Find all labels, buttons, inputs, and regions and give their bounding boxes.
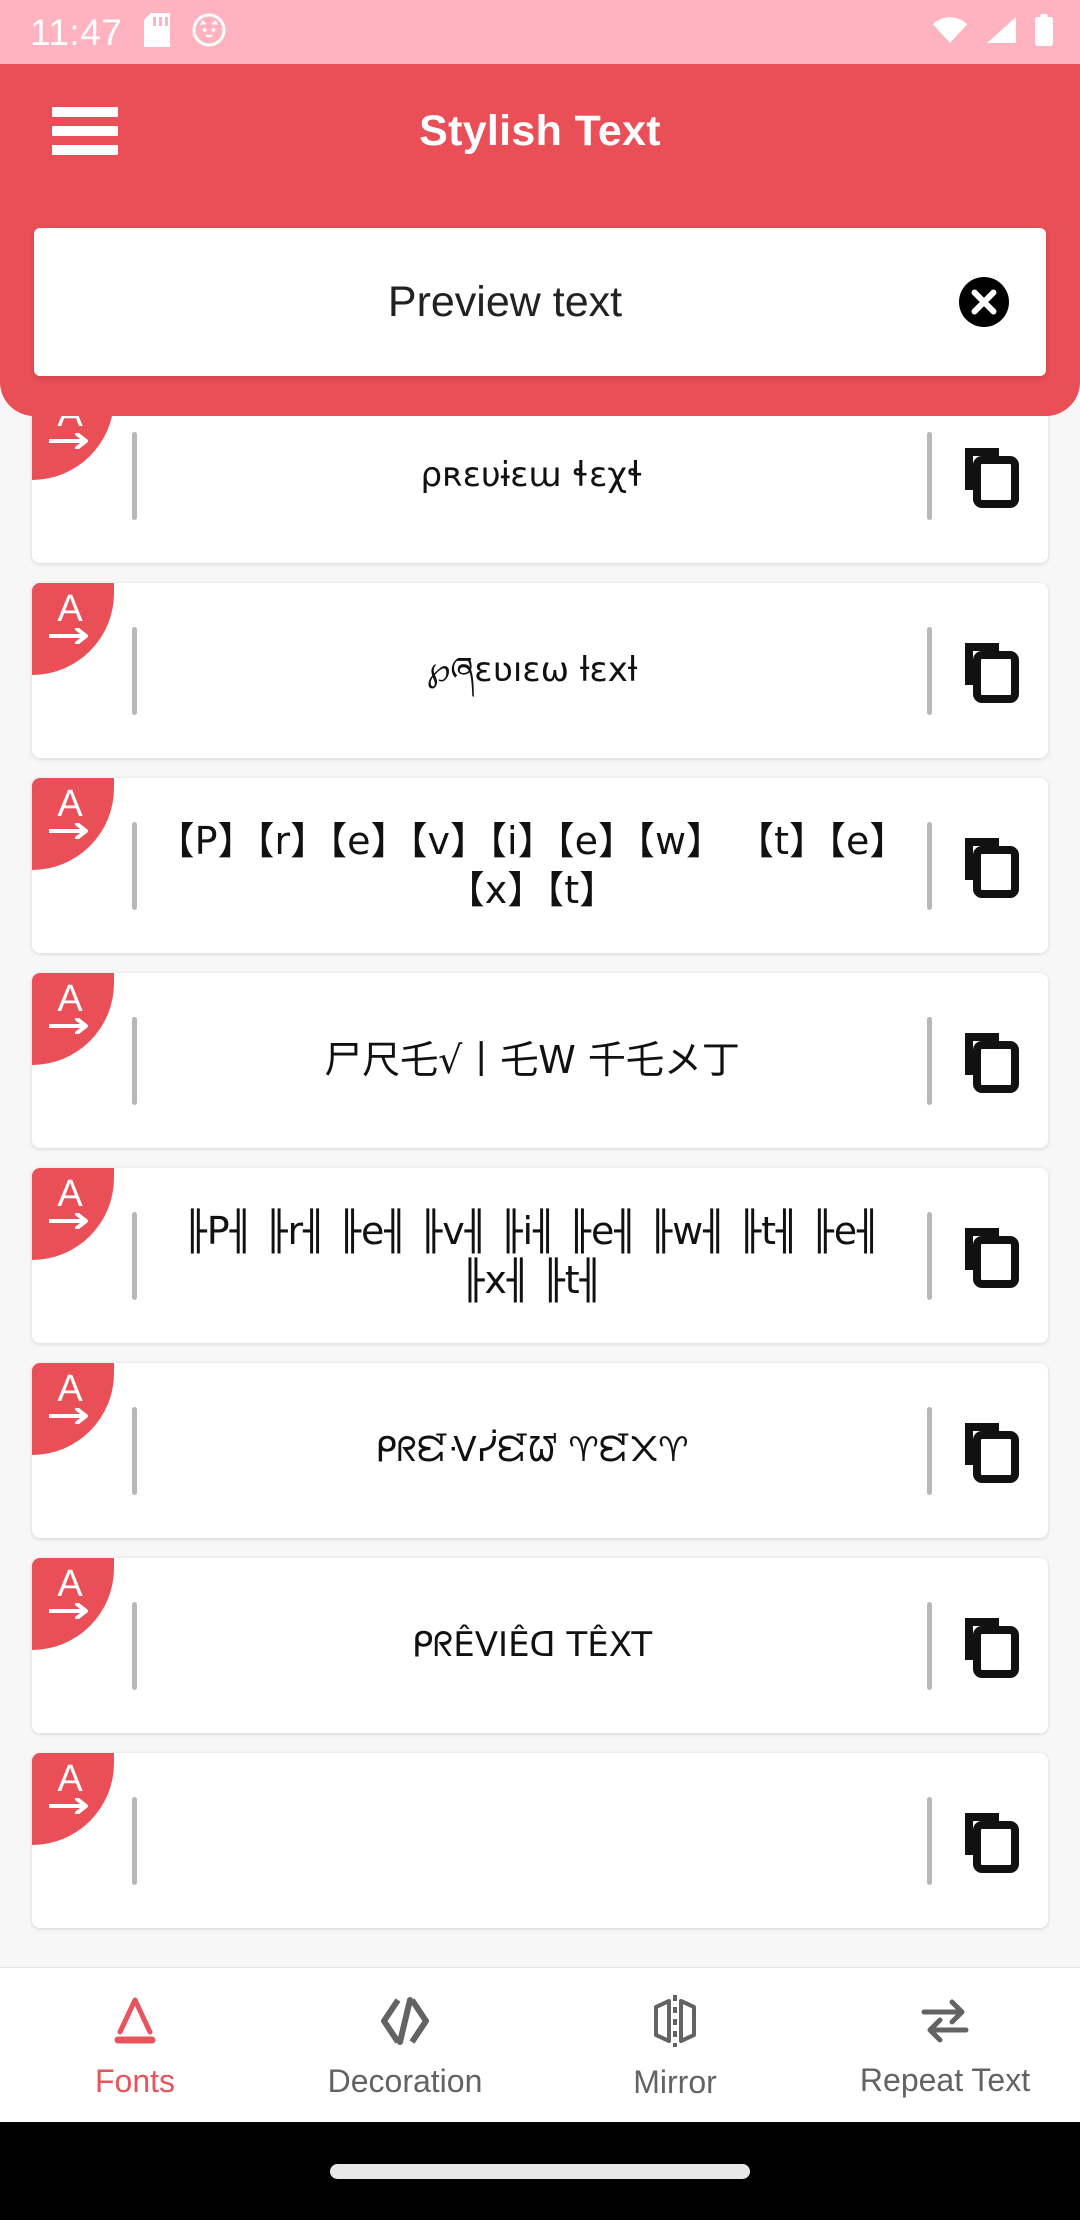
a-arrow-font-icon: A (32, 1558, 114, 1650)
tab-decoration[interactable]: Decoration (270, 1994, 540, 2097)
tab-mirror[interactable]: Mirror (540, 1993, 810, 2098)
page-title: Stylish Text (419, 106, 661, 155)
cellular-signal-icon (985, 16, 1017, 49)
arrow-right-icon (47, 1407, 93, 1429)
arrow-right-icon (47, 822, 93, 844)
status-time: 11:47 (30, 11, 123, 53)
font-a-icon (108, 1994, 162, 2053)
wifi-icon (932, 16, 968, 49)
a-arrow-font-icon: A (32, 416, 114, 480)
list-item[interactable]: A (32, 1753, 1048, 1928)
tab-label: Mirror (633, 2063, 717, 2100)
copy-icon[interactable] (932, 1029, 1048, 1093)
list-item[interactable]: A 尸尺乇√丨乇W 千乇メ丁 (32, 973, 1048, 1148)
styled-text: ╟P╢ ╟r╢ ╟e╢ ╟v╢ ╟i╢ ╟e╢ ╟w╢ ╟t╢ ╟e╢ ╟x╢ … (183, 1208, 881, 1302)
badge-letter: A (57, 978, 83, 1020)
styled-text (137, 1827, 927, 1855)
status-bar-right (932, 13, 1054, 51)
tab-label: Fonts (94, 2062, 176, 2099)
a-arrow-font-icon: A (32, 1168, 114, 1260)
badge-letter: A (57, 1563, 83, 1605)
a-arrow-font-icon: A (32, 778, 114, 870)
repeat-arrows-icon (916, 1995, 974, 2052)
arrow-right-icon (47, 1212, 93, 1234)
search-header (0, 198, 1080, 416)
copy-icon[interactable] (932, 1614, 1048, 1678)
styled-text: ρʀɛυɨɛա ɬɛχɬ (420, 454, 644, 495)
system-gesture-bar (0, 2122, 1080, 2220)
list-item[interactable]: A ᑭᖇÊVIÊᗡ TÊXT (32, 1558, 1048, 1733)
app-screen: 11:47 Stylish Text Preview text ρʀɛυɨɛա … (0, 0, 1080, 2220)
font-style-list[interactable]: A ρʀɛυɨɛա ɬɛχɬ A (0, 416, 1080, 1967)
list-item[interactable]: A ᑭᖇᘿᐺᓰᘿᘺ ♈ᘿ᙭♈ (32, 1363, 1048, 1538)
home-gesture-pill[interactable] (330, 2163, 750, 2179)
arrow-right-icon (47, 432, 93, 454)
list-item[interactable]: A ρʀɛυɨɛա ɬɛχɬ (32, 416, 1048, 563)
status-bar-left: 11:47 (30, 11, 226, 53)
badge-letter: A (57, 1758, 83, 1800)
mirror-flip-icon (646, 1993, 704, 2054)
list-item[interactable]: A ℘ཞɛʋıɛω ƚɛxƚ (32, 583, 1048, 758)
copy-icon[interactable] (932, 444, 1048, 508)
styled-text: ᑭᖇᘿᐺᓰᘿᘺ ♈ᘿ᙭♈ (375, 1429, 689, 1470)
arrow-right-icon (47, 1602, 93, 1624)
tab-label: Repeat Text (859, 2061, 1031, 2098)
badge-letter: A (57, 1368, 83, 1410)
bottom-navigation: Fonts Decoration Mirror Repeat Text (0, 1967, 1080, 2122)
styled-text: ᑭᖇÊVIÊᗡ TÊXT (411, 1624, 653, 1665)
search-input[interactable] (74, 277, 956, 327)
hamburger-menu-icon[interactable] (52, 107, 118, 155)
styled-text: ℘ཞɛʋıɛω ƚɛxƚ (426, 649, 638, 690)
arrow-right-icon (47, 1797, 93, 1819)
sd-card-icon (144, 12, 171, 52)
preview-text-box[interactable] (34, 228, 1046, 376)
battery-icon (1034, 13, 1054, 51)
status-bar: 11:47 (0, 0, 1080, 64)
tab-repeat-text[interactable]: Repeat Text (810, 1995, 1080, 2096)
clear-icon[interactable] (956, 274, 1012, 330)
badge-letter: A (57, 416, 82, 433)
font-style-list-inner: A ρʀɛυɨɛա ɬɛχɬ A (32, 416, 1048, 1928)
tab-label: Decoration (327, 2062, 483, 2099)
list-item[interactable]: A ╟P╢ ╟r╢ ╟e╢ ╟v╢ ╟i╢ ╟e╢ ╟w╢ ╟t╢ ╟e╢ ╟x… (32, 1168, 1048, 1343)
arrow-right-icon (47, 627, 93, 649)
app-bar: Stylish Text (0, 64, 1080, 198)
styled-text: 【P】【r】【e】【v】【i】【e】【w】 【t】【e】【x】【t】 (156, 818, 908, 912)
badge-letter: A (57, 783, 83, 825)
a-arrow-font-icon: A (32, 973, 114, 1065)
a-arrow-font-icon: A (32, 583, 114, 675)
copy-icon[interactable] (932, 1419, 1048, 1483)
decoration-ribbon-icon (376, 1994, 434, 2053)
badge-letter: A (57, 588, 83, 630)
tab-fonts[interactable]: Fonts (0, 1994, 270, 2097)
a-arrow-font-icon: A (32, 1753, 114, 1845)
cat-face-icon (192, 13, 226, 52)
copy-icon[interactable] (932, 1224, 1048, 1288)
arrow-right-icon (47, 1017, 93, 1039)
copy-icon[interactable] (932, 639, 1048, 703)
hamburger-line (52, 126, 118, 136)
styled-text: 尸尺乇√丨乇W 千乇メ丁 (324, 1038, 740, 1083)
hamburger-line (52, 145, 118, 155)
copy-icon[interactable] (932, 1809, 1048, 1873)
copy-icon[interactable] (932, 834, 1048, 898)
hamburger-line (52, 107, 118, 117)
badge-letter: A (57, 1173, 83, 1215)
a-arrow-font-icon: A (32, 1363, 114, 1455)
list-item[interactable]: A 【P】【r】【e】【v】【i】【e】【w】 【t】【e】【x】【t】 (32, 778, 1048, 953)
